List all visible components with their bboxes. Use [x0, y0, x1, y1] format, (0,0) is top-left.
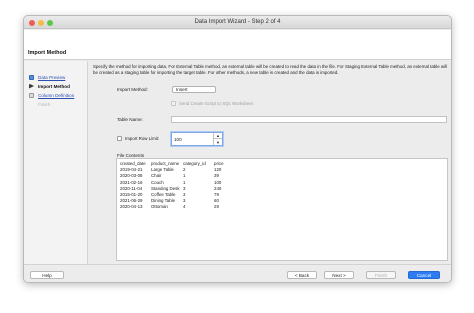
table-cell: Ottoman	[151, 204, 168, 210]
page-title: Import Method	[28, 50, 67, 56]
step-data-preview[interactable]: Data Preview	[29, 73, 65, 81]
step-column-definition[interactable]: Column Definition	[29, 91, 74, 99]
window-title: Data Import Wizard - Step 2 of 4	[194, 19, 281, 25]
step-label: Column Definition	[38, 92, 75, 98]
method-description: Specify the method for importing data. F…	[93, 64, 447, 75]
row-limit-option[interactable]: Import Row Limit:	[117, 136, 159, 141]
wizard-header: Import Method	[24, 30, 451, 60]
table-name-input[interactable]	[171, 116, 447, 123]
import-method-panel: Specify the method for importing data. F…	[89, 61, 451, 264]
step-label: Import Method	[38, 83, 70, 89]
decrement-arrow-icon[interactable]: ▼	[214, 139, 222, 145]
help-button[interactable]: Help	[30, 271, 64, 279]
send-script-checkbox	[171, 101, 176, 106]
table-cell: 29	[214, 204, 219, 210]
send-script-option: Send Create Script to SQL Worksheet	[171, 101, 253, 106]
import-method-value: Insert	[176, 87, 188, 92]
row-limit-checkbox[interactable]	[117, 136, 122, 141]
table-cell: 2020-04-13	[120, 204, 143, 210]
file-contents-box[interactable]: created_date product_name category_id pr…	[116, 158, 448, 261]
row-limit-value: 100	[174, 137, 182, 142]
import-method-label: Import Method:	[117, 87, 148, 92]
step-finish: Finish	[29, 100, 50, 108]
stepper-buttons: ▲ ▼	[213, 133, 222, 145]
table-row: 2020-04-13 Ottoman 4 29	[120, 204, 234, 210]
import-wizard-window: Data Import Wizard - Step 2 of 4 Import …	[23, 15, 452, 283]
next-button[interactable]: Next >	[324, 271, 354, 279]
table-cell: 4	[183, 204, 186, 210]
row-limit-label: Import Row Limit:	[125, 136, 160, 141]
cancel-button[interactable]: Cancel	[408, 271, 440, 279]
import-method-select[interactable]: Insert	[172, 86, 216, 93]
step-import-method[interactable]: Import Method	[29, 82, 70, 90]
current-step-arrow-icon	[29, 83, 34, 89]
step-label: Data Preview	[38, 74, 66, 80]
back-button[interactable]: < Back	[287, 271, 317, 279]
finish-button: Finish	[366, 271, 396, 279]
pending-step-icon	[29, 92, 34, 98]
wizard-steps-sidebar: Data Preview Import Method Column Defini…	[24, 61, 88, 264]
file-contents-table: created_date product_name category_id pr…	[120, 161, 234, 211]
disabled-step-icon	[29, 102, 34, 107]
table-name-label: Table Name:	[117, 117, 143, 122]
step-label: Finish	[38, 101, 51, 107]
wizard-footer: Help < Back Next > Finish Cancel	[24, 264, 451, 282]
title-bar: Data Import Wizard - Step 2 of 4	[24, 16, 451, 29]
completed-step-icon	[29, 74, 34, 80]
send-script-label: Send Create Script to SQL Worksheet	[179, 101, 253, 106]
row-limit-stepper[interactable]: 100 ▲ ▼	[171, 132, 223, 146]
